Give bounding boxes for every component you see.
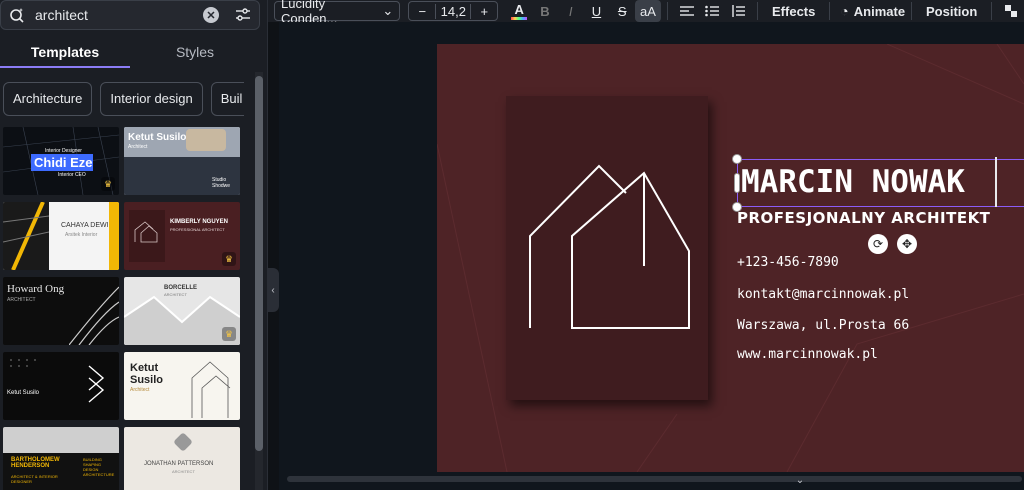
template-thumb[interactable]: Howard Ong ARCHITECT [3, 277, 119, 345]
chip-building[interactable]: Buil [210, 82, 244, 116]
collapse-panel-button[interactable]: ‹ [267, 268, 279, 312]
divider [991, 2, 993, 20]
animate-icon: ◔ [840, 3, 849, 19]
text-toolbar: Lucidity Conden... ⌄ − 14,2 + A B I U S … [268, 0, 1024, 26]
color-strip [511, 16, 528, 20]
crown-icon: ♛ [222, 327, 236, 341]
template-thumb[interactable]: Ketut Susilo [3, 352, 119, 420]
template-thumb[interactable]: Interior Designer Chidi Eze Interior CEO… [3, 127, 119, 195]
panel-tabs: Templates Styles [0, 38, 260, 68]
side-handle[interactable] [734, 173, 740, 193]
search-box[interactable]: architect ✕ [0, 0, 260, 30]
template-thumb[interactable]: CAHAYA DEWI Arsitek Interior [3, 202, 119, 270]
text-cursor [995, 157, 997, 207]
template-thumb[interactable]: BORCELLE ARCHITECT ♛ [124, 277, 240, 345]
templates-panel: architect ✕ Templates Styles Architectur… [0, 0, 268, 490]
card-name[interactable]: MARCIN NOWAK [741, 164, 965, 200]
card-front-panel[interactable] [506, 96, 708, 400]
clear-search-icon[interactable]: ✕ [203, 7, 219, 23]
move-icon[interactable]: ✥ [897, 234, 917, 254]
house-logo [529, 164, 690, 329]
crown-icon: ♛ [101, 177, 115, 191]
panel-scrollbar[interactable] [255, 72, 263, 490]
template-thumb[interactable]: BARTHOLOMEW HENDERSON ARCHITECT & INTERI… [3, 427, 119, 490]
list-icon[interactable] [700, 0, 726, 22]
magic-search-icon [7, 5, 27, 25]
canvas-scroll-thumb[interactable] [287, 476, 1022, 482]
tab-templates[interactable]: Templates [0, 38, 130, 68]
card-subtitle[interactable]: PROFESJONALNY ARCHITEKT [737, 209, 990, 227]
chevron-down-icon: ⌄ [382, 3, 394, 18]
font-select[interactable]: Lucidity Conden... ⌄ [274, 0, 401, 26]
business-card[interactable]: MARCIN NOWAK PROFESJONALNY ARCHITEKT ⟳ ✥… [437, 44, 1024, 472]
design-canvas[interactable]: MARCIN NOWAK PROFESJONALNY ARCHITEKT ⟳ ✥… [279, 22, 1024, 490]
increase-size-button[interactable]: + [471, 4, 497, 19]
position-button[interactable]: Position [918, 0, 985, 22]
rotate-icon[interactable]: ⟳ [868, 234, 888, 254]
bold-button[interactable]: B [532, 0, 558, 22]
template-thumb[interactable]: Ketut Susilo Architect [124, 352, 240, 420]
letter-case-button[interactable]: aA [635, 0, 661, 22]
spacing-icon[interactable] [725, 0, 751, 22]
chevron-down-icon[interactable]: ⌄ [788, 475, 812, 489]
resize-handle[interactable] [732, 154, 742, 164]
panel-scroll-thumb[interactable] [255, 76, 263, 451]
divider [911, 2, 912, 20]
font-size-input[interactable]: 14,2 [435, 3, 472, 19]
search-input[interactable]: architect [27, 7, 203, 23]
decrease-size-button[interactable]: − [409, 4, 435, 19]
animate-button[interactable]: ◔ Animate [836, 0, 905, 22]
transparency-icon[interactable] [998, 0, 1024, 22]
template-thumb[interactable]: JONATHAN PATTERSON ARCHITECT [124, 427, 240, 490]
underline-button[interactable]: U [584, 0, 610, 22]
divider [829, 2, 831, 20]
card-address[interactable]: Warszawa, ul.Prosta 66 [737, 318, 909, 333]
align-icon[interactable] [674, 0, 700, 22]
canvas-hscroll[interactable]: ⌄ [279, 473, 1024, 490]
tab-styles[interactable]: Styles [130, 38, 260, 68]
filter-icon[interactable] [233, 5, 253, 25]
font-size-stepper: − 14,2 + [408, 1, 499, 21]
template-thumb[interactable]: Ketut Susilo Architect Studio Shodwe [124, 127, 240, 195]
card-phone[interactable]: +123-456-7890 [737, 255, 839, 270]
editor-app: architect ✕ Templates Styles Architectur… [0, 0, 1024, 490]
category-chips: Architecture Interior design Buil [0, 82, 244, 116]
italic-button[interactable]: I [558, 0, 584, 22]
card-email[interactable]: kontakt@marcinnowak.pl [737, 287, 909, 302]
text-color-icon: A [514, 1, 524, 17]
chip-architecture[interactable]: Architecture [3, 82, 93, 116]
text-color-button[interactable]: A [506, 0, 532, 22]
strikethrough-button[interactable]: S [609, 0, 635, 22]
template-thumb[interactable]: KIMBERLY NGUYEN PROFESSIONAL ARCHITECT ♛ [124, 202, 240, 270]
chip-interior-design[interactable]: Interior design [100, 82, 203, 116]
divider [666, 2, 668, 20]
card-website[interactable]: www.marcinnowak.pl [737, 347, 878, 362]
divider [757, 2, 759, 20]
crown-icon: ♛ [222, 252, 236, 266]
effects-button[interactable]: Effects [764, 0, 823, 22]
